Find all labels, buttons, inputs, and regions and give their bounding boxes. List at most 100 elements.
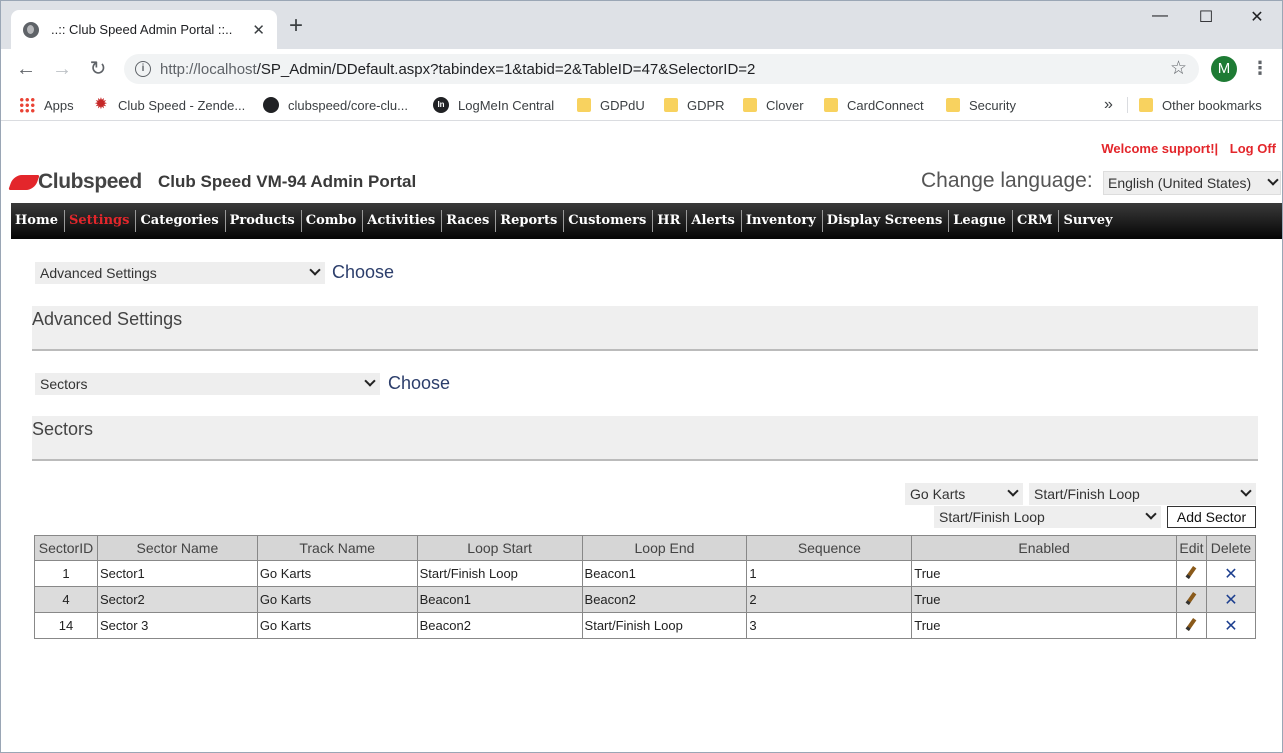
tab-strip: ..:: Club Speed Admin Portal ::.. ✕ + — … — [1, 1, 1282, 49]
maximize-icon[interactable]: ☐ — [1183, 7, 1229, 27]
track-filter-select[interactable]: Go Karts — [905, 483, 1023, 505]
cell-loop-end: Beacon2 — [581, 586, 748, 613]
menu-item-combo[interactable]: Combo — [302, 210, 364, 232]
bookmark-logmein[interactable]: In LogMeIn Central — [433, 95, 554, 115]
menu-item-activities[interactable]: Activities — [363, 210, 443, 232]
folder-icon — [946, 98, 960, 112]
cell-loop-end: Beacon1 — [581, 560, 748, 587]
delete-cell: ✕ — [1205, 586, 1257, 613]
bookmark-label: Clover — [766, 97, 804, 113]
edit-cell — [1175, 586, 1207, 613]
menu-item-survey[interactable]: Survey — [1059, 210, 1118, 232]
cell-sequence: 1 — [746, 560, 913, 587]
bookmarks-overflow[interactable]: » — [1104, 95, 1113, 115]
bookmark-clover[interactable]: Clover — [743, 95, 804, 115]
delete-x-icon[interactable]: ✕ — [1224, 566, 1237, 583]
forward-icon[interactable]: → — [49, 56, 75, 82]
welcome-bar: Welcome support!| Log Off — [1101, 141, 1276, 156]
url-host: http://localhost — [160, 61, 257, 78]
minimize-icon[interactable]: — — [1137, 7, 1183, 25]
cell-sector-name: Sector2 — [96, 586, 258, 613]
loop-end-select[interactable]: Start/Finish Loop — [934, 506, 1161, 528]
bookmark-gdpr[interactable]: GDPR — [664, 95, 725, 115]
folder-icon — [743, 98, 757, 112]
menu-item-display-screens[interactable]: Display Screens — [823, 210, 950, 232]
sectors-table: SectorID Sector Name Track Name Loop Sta… — [34, 535, 1257, 639]
menu-item-races[interactable]: Races — [442, 210, 497, 232]
profile-avatar[interactable]: M — [1211, 56, 1237, 82]
choose-settings-group-link[interactable]: Choose — [332, 262, 394, 283]
bookmark-clubspeed-zendesk[interactable]: ✹ Club Speed - Zende... — [93, 95, 245, 115]
settings-table-value: Sectors — [40, 376, 88, 392]
pencil-icon[interactable] — [1186, 565, 1197, 579]
tab-close-icon[interactable]: ✕ — [252, 21, 265, 39]
pencil-icon[interactable] — [1186, 617, 1197, 631]
bookmark-cardconnect[interactable]: CardConnect — [824, 95, 924, 115]
column-header-loop-start[interactable]: Loop Start — [416, 535, 583, 561]
menu-item-customers[interactable]: Customers — [564, 210, 654, 232]
menu-item-inventory[interactable]: Inventory — [742, 210, 823, 232]
column-header-sequence[interactable]: Sequence — [746, 535, 913, 561]
bookmark-gdpdu[interactable]: GDPdU — [577, 95, 645, 115]
new-tab-icon[interactable]: + — [289, 14, 303, 38]
bookmark-label: clubspeed/core-clu... — [288, 97, 408, 113]
window-close-icon[interactable]: ✕ — [1234, 7, 1280, 27]
edit-cell — [1175, 560, 1207, 587]
log-off-link[interactable]: Log Off — [1230, 141, 1276, 156]
tab-title: ..:: Club Speed Admin Portal ::.. — [51, 22, 233, 37]
bookmark-apps[interactable]: Apps — [19, 95, 74, 115]
menu-item-home[interactable]: Home — [11, 210, 65, 232]
cell-sequence: 3 — [746, 612, 913, 639]
bookmark-star-icon[interactable]: ☆ — [1170, 57, 1187, 80]
loop-start-select[interactable]: Start/Finish Loop — [1029, 483, 1256, 505]
cell-track-name: Go Karts — [256, 586, 418, 613]
language-select[interactable]: English (United States) — [1103, 171, 1281, 195]
column-header-track-name[interactable]: Track Name — [256, 535, 418, 561]
delete-x-icon[interactable]: ✕ — [1224, 618, 1237, 635]
menu-item-crm[interactable]: CRM — [1013, 210, 1060, 232]
back-icon[interactable]: ← — [13, 56, 39, 82]
address-bar[interactable]: i http://localhost/SP_Admin/DDefault.asp… — [124, 54, 1199, 84]
bookmark-label: LogMeIn Central — [458, 97, 555, 113]
browser-tab[interactable]: ..:: Club Speed Admin Portal ::.. ✕ — [11, 10, 277, 49]
bookmark-github[interactable]: clubspeed/core-clu... — [263, 95, 408, 115]
change-language-label: Change language: — [921, 169, 1093, 192]
menu-item-settings[interactable]: Settings — [65, 210, 137, 232]
choose-settings-table-link[interactable]: Choose — [388, 373, 450, 394]
browser-window: ..:: Club Speed Admin Portal ::.. ✕ + — … — [0, 0, 1283, 753]
cell-enabled: True — [911, 612, 1177, 639]
column-header-loop-end[interactable]: Loop End — [581, 535, 748, 561]
bookmark-security[interactable]: Security — [946, 95, 1016, 115]
site-info-icon[interactable]: i — [135, 61, 151, 77]
add-sector-button[interactable]: Add Sector — [1167, 506, 1256, 528]
menu-item-categories[interactable]: Categories — [136, 210, 226, 232]
clubspeed-logo: Clubspeed — [8, 170, 142, 194]
menu-item-hr[interactable]: HR — [653, 210, 688, 232]
language-value: English (United States) — [1108, 175, 1252, 191]
menu-item-alerts[interactable]: Alerts — [687, 210, 742, 232]
cell-loop-end: Start/Finish Loop — [581, 612, 748, 639]
admin-page: Welcome support!| Log Off Clubspeed Club… — [1, 122, 1282, 752]
menu-item-reports[interactable]: Reports — [496, 210, 565, 232]
chevron-down-icon — [1007, 485, 1019, 497]
menu-kebab-icon[interactable]: ⋮ — [1251, 57, 1269, 79]
delete-x-icon[interactable]: ✕ — [1224, 592, 1237, 609]
bookmark-label: Other bookmarks — [1162, 97, 1262, 113]
column-header-enabled[interactable]: Enabled — [911, 535, 1177, 561]
column-header-sector-id[interactable]: SectorID — [34, 535, 98, 561]
pencil-icon[interactable] — [1186, 591, 1197, 605]
menu-item-products[interactable]: Products — [226, 210, 302, 232]
chevron-down-icon — [1240, 485, 1252, 497]
url-text[interactable]: http://localhost/SP_Admin/DDefault.aspx?… — [160, 61, 755, 78]
settings-table-select[interactable]: Sectors — [35, 373, 380, 395]
other-bookmarks[interactable]: Other bookmarks — [1139, 95, 1262, 115]
reload-icon[interactable]: ↻ — [85, 56, 111, 82]
logmein-icon: In — [433, 97, 449, 113]
bookmark-label: CardConnect — [847, 97, 924, 113]
menu-item-league[interactable]: League — [949, 210, 1013, 232]
column-header-sector-name[interactable]: Sector Name — [96, 535, 258, 561]
apps-icon — [19, 97, 35, 113]
welcome-text: Welcome support!| — [1101, 141, 1219, 156]
settings-group-select[interactable]: Advanced Settings — [35, 262, 325, 284]
table-header-row: SectorID Sector Name Track Name Loop Sta… — [34, 535, 1257, 561]
